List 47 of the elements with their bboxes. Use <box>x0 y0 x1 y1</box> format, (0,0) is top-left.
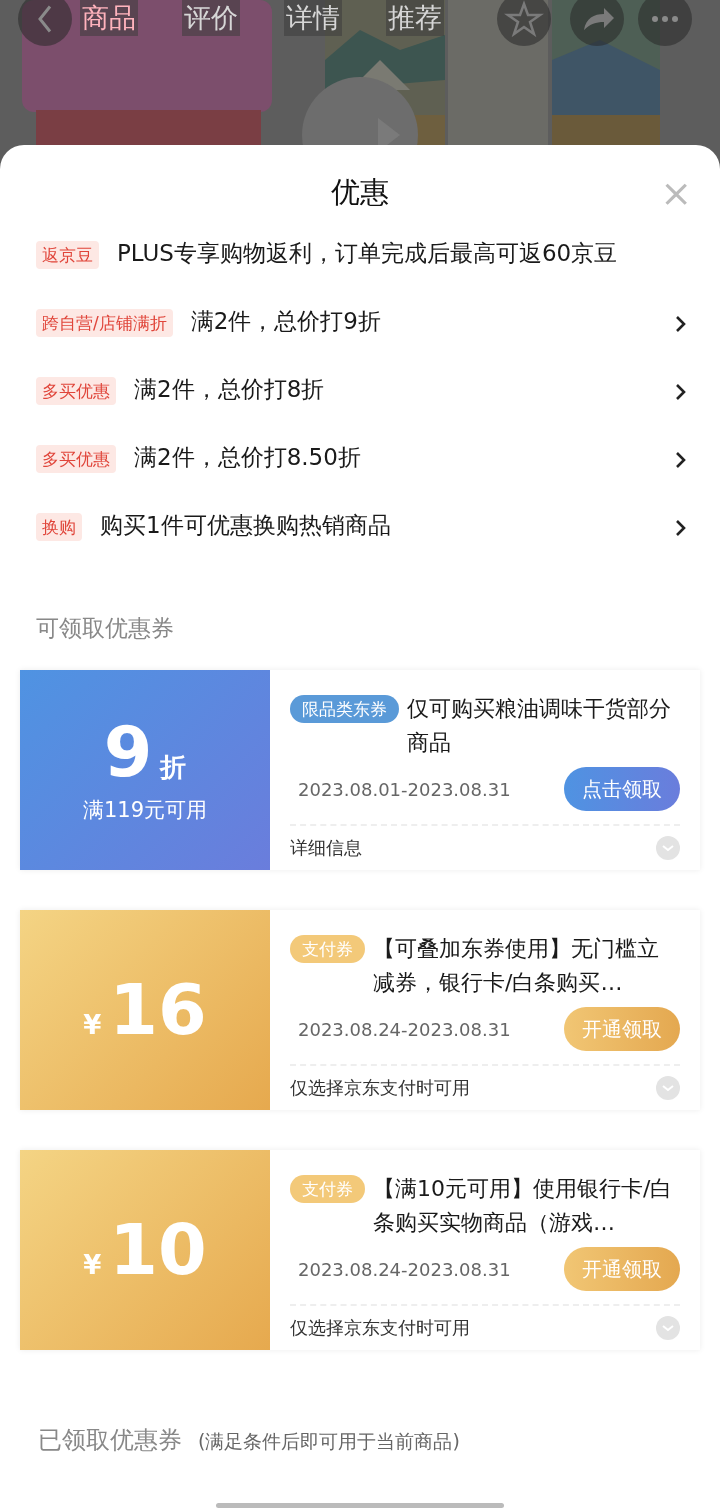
promo-tag: 多买优惠 <box>36 377 116 405</box>
coupon-title: 【可叠加东券使用】无门槛立减券，银行卡/白条购买… <box>373 935 660 997</box>
coupon-tag: 限品类东券 <box>290 695 399 723</box>
coupon-note: 仅选择京东支付时可用 <box>290 1076 470 1100</box>
coupon-amount: 9 <box>103 716 153 788</box>
back-icon <box>38 5 52 33</box>
nav-tab[interactable]: 评价 <box>182 0 240 36</box>
coupon-unit: ¥ <box>83 1010 102 1040</box>
expand-icon <box>656 1076 680 1100</box>
coupon-condition: 满119元可用 <box>82 797 208 824</box>
expand-icon <box>656 836 680 860</box>
claim-button[interactable]: 点击领取 <box>564 767 680 811</box>
coupon-tag: 支付券 <box>290 1175 365 1203</box>
coupon-date: 2023.08.24-2023.08.31 <box>297 1258 511 1280</box>
promo-text: 满2件，总价打8折 <box>134 375 326 404</box>
nav-tab[interactable]: 推荐 <box>386 0 444 36</box>
section-note: (满足条件后即可用于当前商品) <box>198 1429 460 1454</box>
promo-text: PLUS专享购物返利，订单完成后最高可返60京豆 <box>117 239 619 268</box>
sheet-title: 优惠 <box>331 174 389 211</box>
promo-tag: 跨自营/店铺满折 <box>36 309 173 337</box>
promo-text: 满2件，总价打9折 <box>190 307 382 336</box>
coupon-tag: 支付券 <box>290 935 365 963</box>
nav-tab[interactable]: 商品 <box>80 0 138 36</box>
coupon-date: 2023.08.24-2023.08.31 <box>297 1018 511 1040</box>
back-button[interactable] <box>18 0 72 46</box>
coupon-unit: ¥ <box>83 1250 102 1280</box>
nav-tab[interactable]: 详情 <box>284 0 342 36</box>
coupon-date: 2023.08.01-2023.08.31 <box>297 778 511 800</box>
coupon-unit: 折 <box>160 751 187 784</box>
promo-tag: 换购 <box>36 513 82 541</box>
promo-tag: 返京豆 <box>36 241 99 269</box>
coupon-title: 【满10元可用】使用银行卡/白条购买实物商品（游戏… <box>373 1175 674 1237</box>
promo-text: 购买1件可优惠换购热销商品 <box>100 511 392 540</box>
coupon-amount: 16 <box>109 974 207 1046</box>
section-title: 可领取优惠券 <box>35 614 175 643</box>
coupon-note: 详细信息 <box>290 836 362 860</box>
coupon-amount: 10 <box>109 1214 207 1286</box>
expand-icon <box>656 1316 680 1340</box>
star-button[interactable] <box>497 0 551 46</box>
more-button[interactable] <box>638 0 692 46</box>
promo-tag: 多买优惠 <box>36 445 116 473</box>
share-button[interactable] <box>570 0 624 46</box>
coupon-note: 仅选择京东支付时可用 <box>290 1316 470 1340</box>
promo-text: 满2件，总价打8.50折 <box>134 443 362 472</box>
section-title: 已领取优惠券 <box>38 1425 182 1456</box>
more-icon <box>652 16 678 22</box>
coupon-title: 仅可购买粮油调味干货部分商品 <box>407 695 672 757</box>
